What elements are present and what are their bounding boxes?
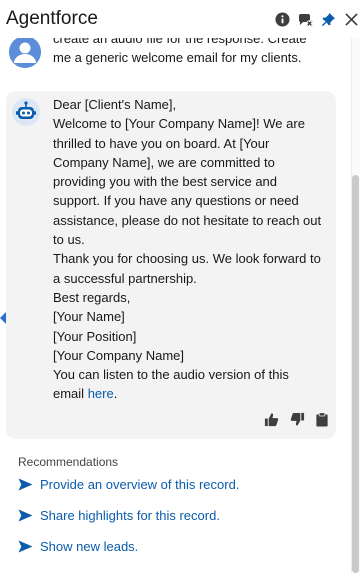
thumbs-up-icon[interactable] [263, 411, 279, 427]
user-avatar-icon [9, 36, 41, 68]
recommendation-item[interactable]: Show new leads. [18, 536, 338, 556]
message-line: to us. [53, 232, 85, 248]
info-icon[interactable] [274, 11, 290, 27]
message-line: [Your Position] [53, 328, 137, 344]
send-arrow-icon [18, 508, 34, 522]
send-arrow-icon [18, 539, 34, 553]
copy-icon[interactable] [314, 411, 330, 427]
recommendation-label: Provide an overview of this record. [40, 476, 240, 492]
close-icon[interactable] [343, 11, 359, 27]
recommendation-item[interactable]: Provide an overview of this record. [18, 474, 338, 494]
message-line-with-link: email here. [53, 384, 331, 403]
recommendations-heading: Recommendations [18, 455, 119, 469]
audio-link[interactable]: here [88, 386, 114, 401]
message-line: Company Name], we are committed to [53, 154, 275, 170]
agent-avatar-icon [12, 98, 40, 126]
message-line: [Your Company Name] [53, 347, 185, 363]
thumbs-down-icon[interactable] [289, 411, 305, 427]
message-line: support. If you have any questions or ne… [53, 193, 299, 209]
message-line: a successful partnership. [53, 270, 197, 286]
message-line: assistance, please do not hesitate to re… [53, 212, 322, 228]
bot-message-text: Dear [Client's Name], Welcome to [Your C… [53, 95, 331, 404]
message-line: Dear [Client's Name], [53, 97, 177, 112]
message-line: You can listen to the audio version of t… [53, 367, 289, 383]
message-line: Best regards, [53, 289, 131, 305]
recommendation-item[interactable]: Share highlights for this record. [18, 505, 338, 525]
send-arrow-icon [18, 477, 34, 491]
recommendation-label: Show new leads. [40, 538, 139, 554]
message-line: thrilled to have you on board. At [Your [53, 135, 270, 151]
scrollbar-thumb[interactable] [352, 175, 359, 573]
panel-title: Agentforce [6, 8, 98, 29]
message-line: Thank you for choosing us. We look forwa… [53, 251, 321, 267]
pin-icon[interactable] [320, 11, 336, 27]
feedback-toolbar [263, 411, 333, 429]
link-prefix-text: email [53, 386, 88, 402]
bot-message-bubble: Dear [Client's Name], Welcome to [Your C… [6, 91, 336, 439]
message-line: [Your Name] [53, 309, 125, 325]
message-line: providing you with the best service and [53, 174, 278, 190]
link-suffix-text: . [113, 386, 118, 402]
user-message-line: me a generic welcome email for my client… [53, 50, 302, 65]
panel-header: Agentforce [0, 0, 360, 38]
hide-chat-icon[interactable] [297, 11, 313, 27]
recommendation-label: Share highlights for this record. [40, 507, 220, 523]
message-line: Welcome to [Your Company Name]! We are [53, 116, 305, 132]
